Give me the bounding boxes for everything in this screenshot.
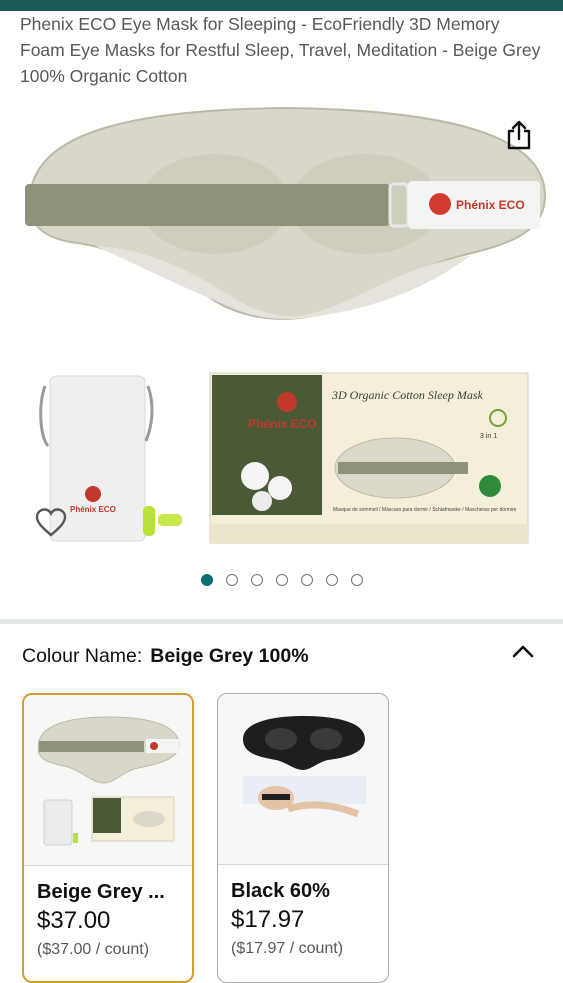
option-unit-price: ($17.97 / count) — [231, 940, 344, 957]
carousel-dot[interactable] — [350, 574, 363, 586]
carousel-dot[interactable] — [275, 574, 288, 586]
colour-name-label: Colour Name: — [22, 645, 143, 667]
box-title-text: 3D Organic Cotton Sleep Mask — [331, 388, 484, 402]
carousel-dot[interactable] — [300, 574, 313, 586]
box-caption-text: Masque de sommeil / Máscara para dormir … — [333, 507, 517, 513]
carousel-dot[interactable] — [200, 574, 213, 586]
colour-name-row: Colour Name: Beige Grey 100% — [22, 643, 309, 669]
share-icon[interactable] — [505, 120, 533, 150]
colour-option-beige-grey[interactable]: Beige Grey ... $37.00 ($37.00 / count) — [22, 693, 194, 983]
image-gallery[interactable]: Phénix ECO Phénix ECO Phénix ECO 3D Orga… — [0, 96, 563, 556]
box-badge-text: 3 in 1 — [480, 433, 497, 440]
box-image: Phénix ECO 3D Organic Cotton Sleep Mask … — [209, 372, 529, 544]
carousel-dot[interactable] — [325, 574, 338, 586]
option-price: $17.97 — [231, 906, 305, 933]
chevron-up-icon[interactable] — [511, 641, 535, 661]
brand-logo-text: Phénix ECO — [456, 198, 525, 212]
box-logo-text: Phénix ECO — [248, 417, 317, 431]
heart-icon[interactable] — [33, 505, 69, 541]
status-bar — [0, 0, 563, 11]
carousel-dot[interactable] — [250, 574, 263, 586]
carousel-dots — [0, 574, 563, 590]
product-image: Phénix ECO Phénix ECO Phénix ECO 3D Orga… — [25, 106, 547, 544]
option-unit-price: ($37.00 / count) — [37, 941, 150, 958]
option-price: $37.00 — [37, 907, 111, 934]
product-title: Phenix ECO Eye Mask for Sleeping - EcoFr… — [20, 14, 541, 86]
option-name: Black 60% — [231, 880, 330, 902]
main-mask-image: Phénix ECO — [25, 106, 547, 320]
carousel-dot[interactable] — [225, 574, 238, 586]
option-thumbnail — [24, 695, 192, 866]
option-thumbnail — [218, 694, 388, 865]
section-divider — [0, 619, 563, 624]
colour-name-value: Beige Grey 100% — [150, 645, 309, 667]
pouch-logo-text: Phénix ECO — [70, 505, 116, 514]
option-name: Beige Grey ... — [37, 881, 165, 903]
colour-option-black[interactable]: Black 60% $17.97 ($17.97 / count) — [217, 693, 389, 983]
